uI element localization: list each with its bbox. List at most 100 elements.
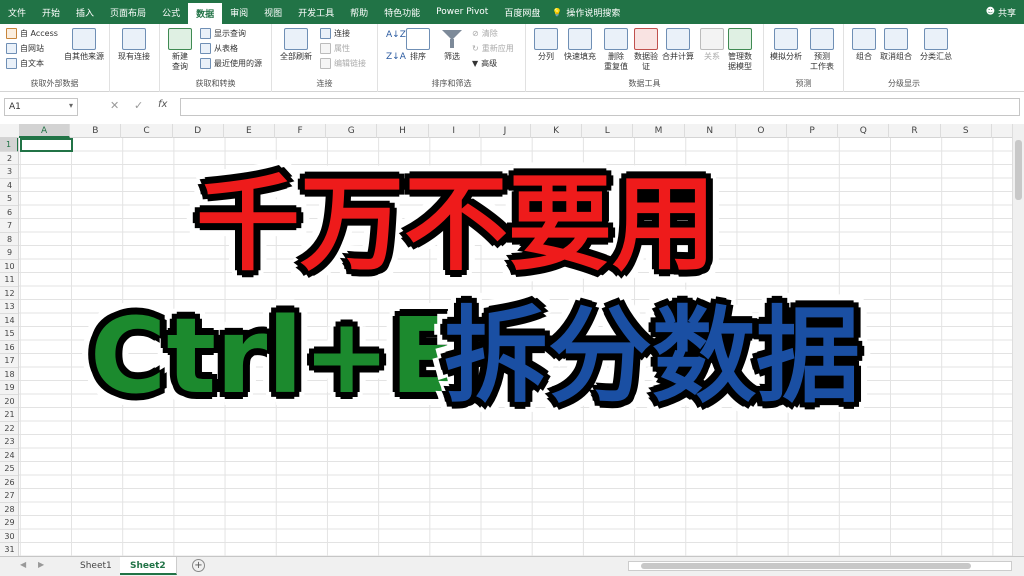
row-header-19[interactable]: 19	[0, 381, 18, 395]
from-text-button[interactable]: 自文本	[6, 58, 44, 69]
column-header-I[interactable]: I	[429, 124, 480, 138]
column-header-N[interactable]: N	[685, 124, 736, 138]
forecast-sheet-button[interactable]: 预测 工作表	[810, 28, 834, 72]
row-header-3[interactable]: 3	[0, 165, 18, 179]
edit-links-button[interactable]: 编辑链接	[320, 58, 366, 69]
cancel-icon[interactable]: ✕	[110, 99, 119, 112]
row-header-8[interactable]: 8	[0, 233, 18, 246]
row-header-28[interactable]: 28	[0, 503, 18, 516]
sheet-tab-1[interactable]: Sheet1	[70, 557, 123, 575]
formula-input[interactable]	[180, 98, 1020, 116]
tell-me-search[interactable]: 💡 操作说明搜索	[548, 0, 628, 24]
consolidate-button[interactable]: 合并计算	[662, 28, 694, 62]
tab-3[interactable]: 页面布局	[102, 0, 154, 24]
refresh-all-button[interactable]: 全部刷新	[280, 28, 312, 62]
insert-function-icon[interactable]: fx	[158, 99, 167, 110]
row-header-11[interactable]: 11	[0, 273, 18, 287]
add-sheet-icon[interactable]: +	[192, 559, 205, 572]
row-header-22[interactable]: 22	[0, 422, 18, 435]
new-query-button[interactable]: 新建 查询	[168, 28, 192, 72]
filter-button[interactable]: 筛选	[440, 28, 464, 62]
tab-5[interactable]: 数据	[188, 3, 223, 24]
sort-button[interactable]: 排序	[406, 28, 430, 62]
prev-sheet-icon[interactable]: ◀	[20, 560, 26, 569]
existing-connections-button[interactable]: 现有连接	[118, 28, 150, 62]
group-button[interactable]: 组合	[852, 28, 876, 62]
row-header-25[interactable]: 25	[0, 462, 18, 476]
tab-11[interactable]: Power Pivot	[428, 0, 496, 24]
sort-asc-button[interactable]: A↓Z	[386, 30, 406, 40]
share-button[interactable]: ☻ 共享	[986, 0, 1016, 24]
row-header-2[interactable]: 2	[0, 152, 18, 165]
tab-4[interactable]: 公式	[154, 0, 188, 24]
row-header-5[interactable]: 5	[0, 192, 18, 206]
column-header-F[interactable]: F	[275, 124, 327, 138]
column-header-B[interactable]: B	[70, 124, 122, 138]
tab-9[interactable]: 帮助	[342, 0, 376, 24]
tab-10[interactable]: 特色功能	[376, 0, 428, 24]
horizontal-scroll-thumb[interactable]	[641, 563, 971, 569]
remove-duplicates-button[interactable]: 删除 重复值	[604, 28, 628, 72]
row-header-27[interactable]: 27	[0, 489, 18, 503]
column-header-O[interactable]: O	[736, 124, 787, 138]
sort-desc-button[interactable]: Z↓A	[386, 52, 406, 62]
row-header-17[interactable]: 17	[0, 354, 18, 368]
show-queries-button[interactable]: 显示查询	[200, 28, 246, 39]
row-header-23[interactable]: 23	[0, 435, 18, 449]
vertical-scrollbar[interactable]	[1012, 124, 1024, 556]
column-header-M[interactable]: M	[633, 124, 685, 138]
tab-6[interactable]: 审阅	[222, 0, 256, 24]
from-other-sources-button[interactable]: 自其他来源	[64, 28, 104, 62]
row-header-7[interactable]: 7	[0, 219, 18, 233]
next-sheet-icon[interactable]: ▶	[38, 560, 44, 569]
column-header-D[interactable]: D	[173, 124, 224, 138]
sheet-tab-2[interactable]: Sheet2	[120, 557, 177, 575]
row-header-18[interactable]: 18	[0, 368, 18, 381]
advanced-filter-button[interactable]: ▼ 高级	[472, 58, 497, 69]
column-header-J[interactable]: J	[480, 124, 531, 138]
tab-1[interactable]: 开始	[34, 0, 68, 24]
column-header-E[interactable]: E	[224, 124, 275, 138]
row-header-14[interactable]: 14	[0, 314, 18, 327]
reapply-button[interactable]: ↻ 重新应用	[472, 43, 514, 54]
row-header-21[interactable]: 21	[0, 408, 18, 422]
column-header-C[interactable]: C	[121, 124, 173, 138]
column-header-A[interactable]: A	[19, 124, 71, 138]
from-web-button[interactable]: 自网站	[6, 43, 44, 54]
relationships-button[interactable]: 关系	[700, 28, 724, 62]
tab-0[interactable]: 文件	[0, 0, 34, 24]
column-header-G[interactable]: G	[326, 124, 378, 138]
enter-icon[interactable]: ✓	[134, 99, 143, 112]
properties-button[interactable]: 属性	[320, 43, 350, 54]
row-header-16[interactable]: 16	[0, 341, 18, 354]
vertical-scroll-thumb[interactable]	[1015, 140, 1022, 200]
row-header-9[interactable]: 9	[0, 246, 18, 260]
row-header-31[interactable]: 31	[0, 543, 18, 556]
row-header-6[interactable]: 6	[0, 206, 18, 219]
row-header-30[interactable]: 30	[0, 530, 18, 543]
column-header-Q[interactable]: Q	[838, 124, 890, 138]
what-if-button[interactable]: 模拟分析	[770, 28, 802, 62]
text-to-columns-button[interactable]: 分列	[534, 28, 558, 62]
column-header-P[interactable]: P	[787, 124, 839, 138]
row-header-26[interactable]: 26	[0, 476, 18, 489]
tab-7[interactable]: 视图	[256, 0, 290, 24]
row-header-24[interactable]: 24	[0, 449, 18, 462]
tab-2[interactable]: 插入	[68, 0, 102, 24]
tab-8[interactable]: 开发工具	[290, 0, 342, 24]
manage-data-model-button[interactable]: 管理数 据模型	[728, 28, 752, 72]
data-validation-button[interactable]: 数据验 证	[634, 28, 658, 72]
row-header-4[interactable]: 4	[0, 179, 18, 192]
row-header-1[interactable]: 1	[0, 138, 18, 152]
row-header-29[interactable]: 29	[0, 516, 18, 530]
recent-sources-button[interactable]: 最近使用的源	[200, 58, 262, 69]
chevron-down-icon[interactable]: ▾	[69, 101, 73, 110]
horizontal-scrollbar[interactable]	[628, 561, 1012, 571]
name-box[interactable]: A1 ▾	[4, 98, 78, 116]
row-header-13[interactable]: 13	[0, 300, 18, 314]
column-header-S[interactable]: S	[941, 124, 992, 138]
column-header-R[interactable]: R	[889, 124, 941, 138]
clear-filter-button[interactable]: ⊘ 清除	[472, 28, 498, 39]
subtotal-button[interactable]: 分类汇总	[920, 28, 952, 62]
row-header-15[interactable]: 15	[0, 327, 18, 341]
